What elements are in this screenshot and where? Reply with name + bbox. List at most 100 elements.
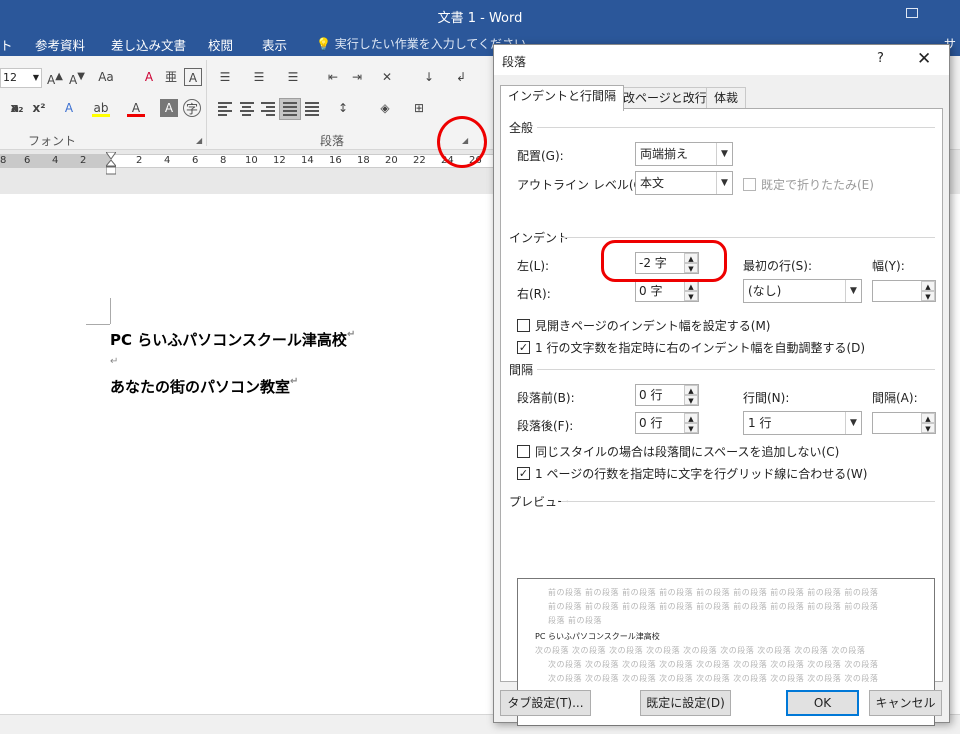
annotation-highlight [601,240,727,282]
window-title: 文書 1 - Word [437,11,523,26]
font-size-select[interactable]: 12 ▼ [0,68,42,88]
borders-icon[interactable]: ⊞ [410,99,428,117]
width-input[interactable]: ▲ ▼ [872,280,936,302]
left-indent-label: 左(L): [517,259,550,273]
ruler-number: 22 [413,155,426,166]
checkbox-box [743,178,756,191]
section-spacing: 間隔 [509,363,534,377]
spinner[interactable]: ▲ ▼ [921,413,935,433]
char-shading-icon[interactable]: A [160,99,178,117]
align-right-icon[interactable] [261,102,275,118]
word-titlebar: 文書 1 - Word [0,0,960,30]
set-default-button[interactable]: 既定に設定(D) [640,690,731,716]
divider [561,501,935,502]
multilevel-list-icon[interactable]: ☰ [284,68,302,86]
char-border-icon[interactable]: A [184,68,202,86]
text-effects-icon[interactable]: A [60,99,78,117]
sort-icon[interactable]: ↓ [420,68,438,86]
space-before-label: 段落前(B): [517,391,575,405]
space-before-value: 0 行 [639,388,663,402]
asian-layout-icon[interactable]: ✕ [378,68,396,86]
preview-prev-line: 前の段落 前の段落 前の段落 前の段落 前の段落 前の段落 前の段落 前の段落 … [548,602,879,611]
chevron-down-icon: ▼ [716,172,732,194]
spinner[interactable]: ▲ ▼ [921,281,935,301]
align-center-icon[interactable] [240,102,254,118]
help-button[interactable]: ? [877,51,884,66]
dialog-titlebar: 段落 ? ✕ [494,45,949,75]
group-paragraph-label: 段落 [320,134,345,148]
collapse-default-checkbox[interactable]: 既定で折りたたみ(E) [743,176,874,193]
screen: 文書 1 - Word ト 参考資料 差し込み文書 校閲 表示 サ 💡 実行した… [0,0,960,734]
preview-next-line: 次の段落 次の段落 次の段落 次の段落 次の段落 次の段落 次の段落 次の段落 … [535,646,866,655]
tab-references[interactable]: 参考資料 [35,35,85,54]
right-indent-input[interactable]: 0 字 ▲ ▼ [635,280,699,302]
clear-format-icon[interactable]: A [140,68,158,86]
tab-asian-typography[interactable]: 体裁 [706,87,747,109]
bullets-icon[interactable]: ☰ [216,68,234,86]
enclose-char-icon[interactable]: 字 [183,99,201,117]
highlight-icon[interactable]: ab [92,99,110,117]
tab-line-page-breaks[interactable]: 改ページと改行 [615,87,715,109]
ruler-number: 2 [80,155,87,166]
subscript-icon[interactable]: x₂ [8,99,26,117]
cancel-button[interactable]: キャンセル [869,690,942,716]
snap-grid-label: 1 ページの行数を指定時に文字を行グリッド線に合わせる(W) [535,467,868,481]
ruler-number: 2 [136,155,143,166]
spinner[interactable]: ▲ ▼ [684,413,698,433]
checkbox-box [517,319,530,332]
first-line-select[interactable]: (なし) ▼ [743,279,862,303]
shading-icon[interactable]: ◈ [376,99,394,117]
decrease-indent-icon[interactable]: ⇤ [324,68,342,86]
alignment-label: 配置(G): [517,149,564,163]
change-case-icon[interactable]: Aa [97,68,115,86]
outline-level-select[interactable]: 本文 ▼ [635,171,733,195]
chevron-down-icon: ▼ [32,73,39,82]
indent-marker-icon[interactable] [106,152,116,176]
phonetic-icon[interactable]: 亜 [162,68,180,86]
alignment-select[interactable]: 両端揃え ▼ [635,142,733,166]
first-line-value: (なし) [748,284,782,298]
tab-review[interactable]: 校閲 [208,35,233,54]
space-before-input[interactable]: 0 行 ▲ ▼ [635,384,699,406]
space-after-value: 0 行 [639,416,663,430]
crop-mark [110,298,111,324]
superscript-icon[interactable]: x² [30,99,48,117]
show-marks-icon[interactable]: ↲ [452,68,470,86]
divider [537,369,935,370]
line-spacing-icon[interactable]: ↕ [334,99,352,117]
ok-button[interactable]: OK [786,690,859,716]
increase-indent-icon[interactable]: ⇥ [348,68,366,86]
tab-view[interactable]: 表示 [262,35,287,54]
font-size-value: 12 [3,71,17,84]
mirror-indent-checkbox[interactable]: 見開きページのインデント幅を設定する(M) [517,317,770,334]
line-spacing-select[interactable]: 1 行 ▼ [743,411,862,435]
doc-paragraph-2[interactable]: あなたの街のパソコン教室 ↵ [110,376,298,397]
close-icon[interactable]: ✕ [917,49,931,69]
tab-mailings[interactable]: 差し込み文書 [111,35,186,54]
spinner[interactable]: ▲ ▼ [684,281,698,301]
doc-paragraph-1[interactable]: PC らいふパソコンスクール津高校 ↵ [110,329,355,350]
auto-adjust-checkbox[interactable]: ✓ 1 行の文字数を指定時に右のインデント幅を自動調整する(D) [517,339,865,356]
tab-design[interactable]: ト [0,35,13,54]
ruler-number: 8 [0,155,7,166]
at-input[interactable]: ▲ ▼ [872,412,936,434]
dialog-launcher-icon[interactable]: ◢ [196,136,202,145]
font-color-icon[interactable]: A [127,99,145,117]
numbering-icon[interactable]: ☰ [250,68,268,86]
section-indent: インデント [509,231,570,245]
no-space-checkbox[interactable]: 同じスタイルの場合は段落間にスペースを追加しない(C) [517,443,839,460]
distributed-icon[interactable] [305,102,319,118]
restore-icon[interactable] [906,8,918,18]
align-left-icon[interactable] [218,102,232,118]
grow-font-icon[interactable]: A▲ [46,68,64,87]
spinner[interactable]: ▲ ▼ [684,385,698,405]
shrink-font-icon[interactable]: A▼ [68,68,86,87]
space-after-input[interactable]: 0 行 ▲ ▼ [635,412,699,434]
dialog-panel: 全般 配置(G): 両端揃え ▼ アウトライン レベル(O): 本文 ▼ 既定で… [500,108,943,726]
chevron-down-icon: ▼ [845,412,861,434]
snap-grid-checkbox[interactable]: ✓ 1 ページの行数を指定時に文字を行グリッド線に合わせる(W) [517,465,867,482]
checkmark-icon: ✓ [517,467,530,480]
paragraph-text: あなたの街のパソコン教室 [110,378,291,396]
tab-indent-spacing[interactable]: インデントと行間隔 [500,85,625,111]
tabs-settings-button[interactable]: タブ設定(T)... [500,690,591,716]
